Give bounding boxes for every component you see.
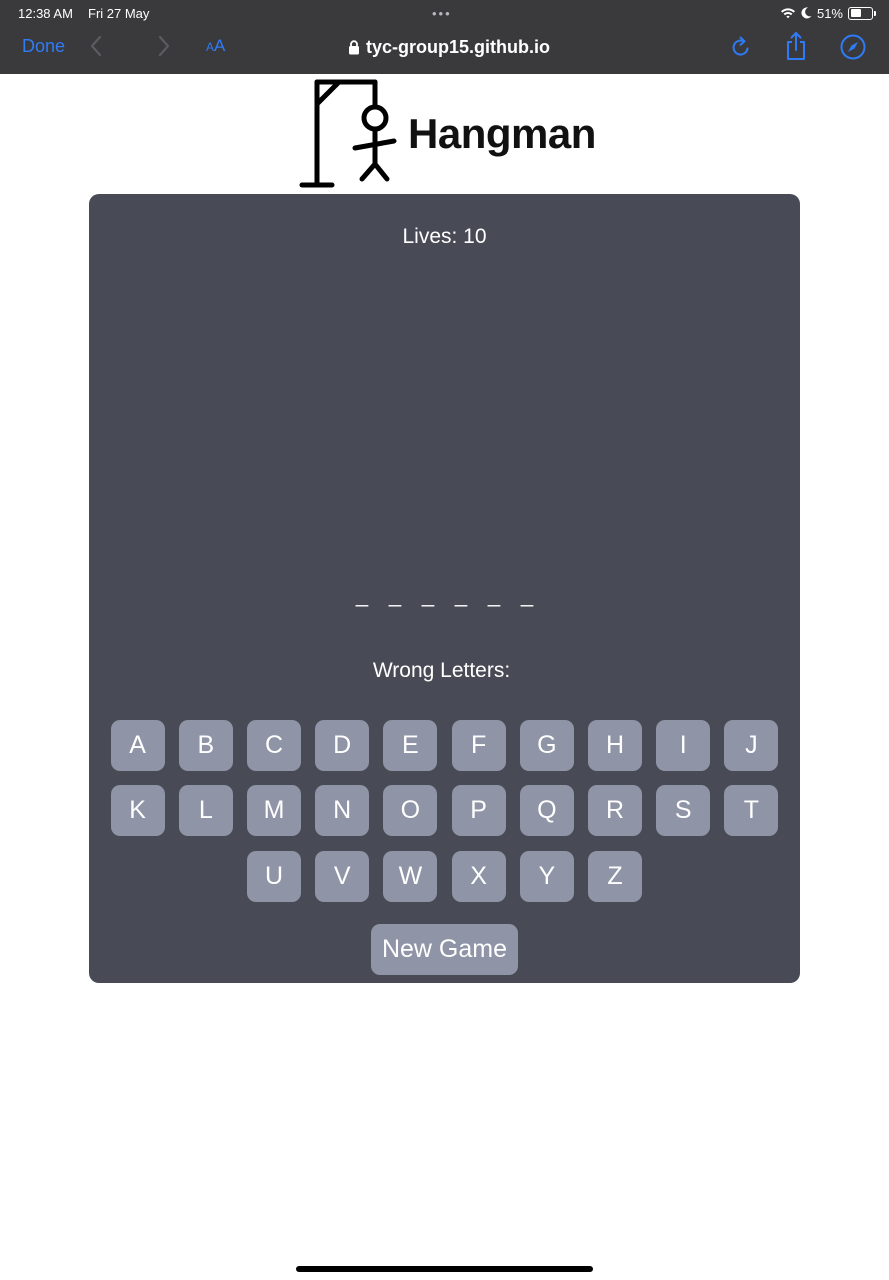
status-indicators: 51%: [780, 5, 876, 21]
moon-icon: [801, 7, 812, 19]
key-c[interactable]: C: [247, 720, 301, 771]
url-text: tyc-group15.github.io: [366, 36, 550, 57]
game-panel: Lives: 10 _ _ _ _ _ _ Wrong Letters: ABCDEFGH…: [89, 194, 800, 983]
status-time: 12:38 AM: [18, 6, 73, 21]
key-i[interactable]: I: [656, 720, 711, 771]
reload-icon[interactable]: [730, 35, 752, 59]
page: 12:38 AM Fri 27 May ••• 51% Done AA tyc-…: [0, 0, 889, 1280]
key-n[interactable]: N: [315, 785, 370, 836]
key-l[interactable]: L: [178, 785, 233, 836]
word-blanks: _ _ _ _ _ _: [89, 582, 800, 610]
key-z[interactable]: Z: [588, 851, 642, 902]
browser-top-bar: 12:38 AM Fri 27 May ••• 51% Done AA tyc-…: [0, 0, 889, 74]
key-k[interactable]: K: [110, 785, 165, 836]
key-f[interactable]: F: [451, 720, 506, 771]
battery-level: [850, 9, 861, 17]
word-blank: _: [520, 582, 534, 607]
key-x[interactable]: X: [451, 851, 506, 902]
forward-chevron-icon[interactable]: [156, 34, 172, 58]
word-blank: _: [388, 582, 402, 607]
back-chevron-icon[interactable]: [88, 34, 104, 58]
key-m[interactable]: M: [247, 785, 301, 836]
new-game-button[interactable]: New Game: [371, 924, 518, 975]
key-g[interactable]: G: [519, 720, 574, 771]
key-o[interactable]: O: [383, 785, 438, 836]
multitasking-dots[interactable]: •••: [432, 6, 452, 21]
share-icon[interactable]: [784, 31, 808, 61]
lock-icon: [349, 39, 359, 54]
key-j[interactable]: J: [724, 720, 779, 771]
word-blank: _: [454, 582, 468, 607]
key-e[interactable]: E: [383, 720, 438, 771]
key-b[interactable]: B: [178, 720, 233, 771]
hangman-logo-icon: [299, 79, 397, 188]
key-a[interactable]: A: [110, 720, 165, 771]
key-w[interactable]: W: [383, 851, 438, 902]
text-size-big-letter: A: [214, 36, 226, 55]
text-size-button[interactable]: AA: [206, 36, 225, 56]
key-q[interactable]: Q: [519, 785, 574, 836]
word-blank: _: [355, 582, 369, 607]
text-size-small-letter: A: [206, 40, 215, 54]
compass-icon[interactable]: [840, 34, 866, 60]
battery-percent: 51%: [816, 5, 843, 21]
key-h[interactable]: H: [588, 720, 642, 771]
done-button[interactable]: Done: [22, 36, 65, 57]
word-blank: _: [487, 582, 501, 607]
page-title: Hangman: [408, 110, 596, 157]
key-y[interactable]: Y: [519, 851, 574, 902]
key-d[interactable]: D: [315, 720, 370, 771]
key-r[interactable]: R: [588, 785, 642, 836]
battery-icon: [848, 6, 876, 20]
key-s[interactable]: S: [656, 785, 711, 836]
key-v[interactable]: V: [315, 851, 370, 902]
lives-counter: Lives: 10: [402, 225, 487, 248]
address-bar[interactable]: tyc-group15.github.io: [348, 35, 550, 59]
key-t[interactable]: T: [724, 785, 779, 836]
wifi-icon: [780, 8, 795, 19]
wrong-letters-label: Wrong Letters:: [372, 659, 511, 682]
word-blank: _: [421, 582, 435, 607]
home-indicator[interactable]: [296, 1266, 593, 1272]
wrong-letters-row: Wrong Letters:: [89, 659, 800, 683]
key-u[interactable]: U: [247, 851, 301, 902]
key-p[interactable]: P: [451, 785, 506, 836]
status-date: Fri 27 May: [88, 6, 150, 21]
